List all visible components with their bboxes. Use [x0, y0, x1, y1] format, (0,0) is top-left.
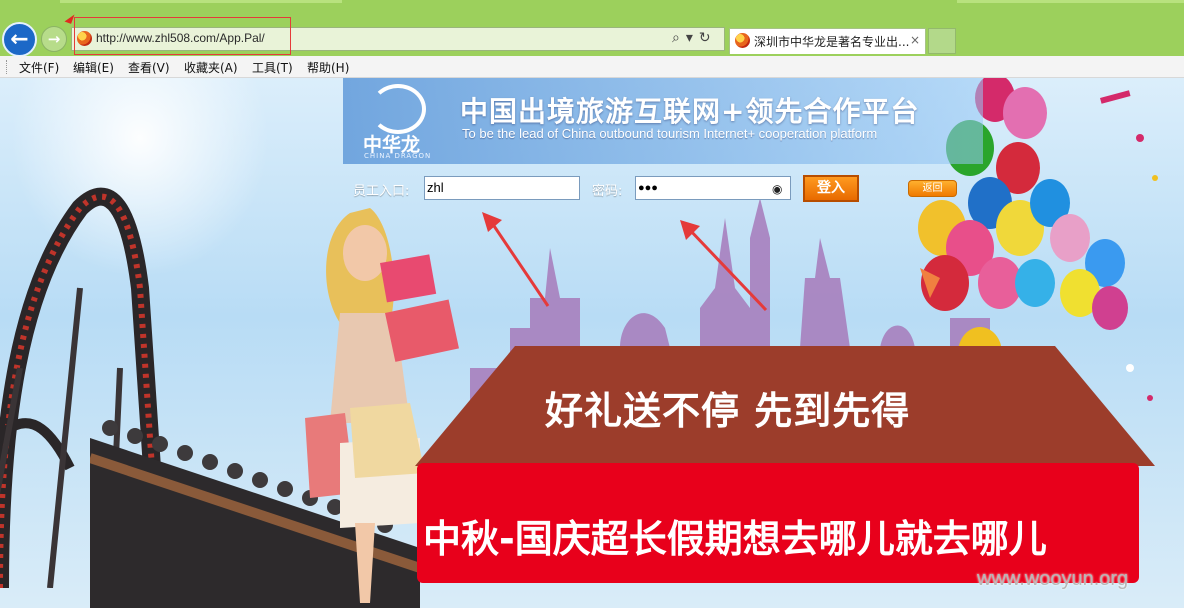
back-link-button[interactable]: 返回: [908, 180, 957, 197]
forward-button[interactable]: →: [41, 26, 67, 52]
tab-favicon-icon: [735, 33, 750, 48]
dragon-logo-icon: [370, 84, 426, 134]
arrow-right-icon: →: [47, 30, 61, 48]
menu-favorites[interactable]: 收藏夹(A): [184, 59, 238, 76]
close-icon[interactable]: ×: [910, 33, 920, 47]
password-input[interactable]: ●●●: [635, 176, 791, 200]
frame-highlight: [60, 0, 342, 3]
menu-tools[interactable]: 工具(T): [252, 59, 293, 76]
menu-edit[interactable]: 编辑(E): [73, 59, 114, 76]
menu-view[interactable]: 查看(V): [128, 59, 170, 76]
slogan-english: To be the lead of China outbound tourism…: [462, 126, 878, 141]
frame-highlight: [957, 0, 1184, 3]
promo-text-holiday: 中秋-国庆超长假期想去哪儿就去哪儿: [423, 517, 1047, 561]
reveal-password-icon[interactable]: ◉: [772, 182, 782, 196]
annotation-box: [74, 17, 291, 55]
refresh-icon[interactable]: ↻: [699, 30, 717, 46]
web-page: 中华龙 CHINA DRAGON 中国出境旅游互联网+领先合作平台 To be …: [0, 78, 1184, 608]
employee-label: 员工入口:: [353, 184, 410, 199]
toolbar-grip: [6, 60, 9, 74]
password-label: 密码:: [592, 184, 623, 199]
slogan-chinese: 中国出境旅游互联网+领先合作平台: [460, 95, 920, 128]
logo-subtext: CHINA DRAGON: [364, 152, 432, 160]
back-button[interactable]: ←: [2, 22, 37, 57]
new-tab-button[interactable]: [928, 28, 956, 54]
annotation-arrow: [680, 220, 768, 312]
arrow-left-icon: ←: [10, 27, 29, 52]
watermark: www.wooyun.org: [977, 568, 1129, 590]
dropdown-icon[interactable]: ▾: [686, 30, 699, 46]
login-button[interactable]: 登入: [803, 175, 859, 202]
annotation-arrow: [482, 212, 550, 307]
promo-text-gifts: 好礼送不停 先到先得: [545, 389, 911, 433]
address-bar-icons: ⌕▾↻: [672, 30, 717, 46]
employee-input[interactable]: zhl: [424, 176, 580, 200]
menu-help[interactable]: 帮助(H): [307, 59, 349, 76]
search-icon[interactable]: ⌕: [672, 30, 686, 46]
tab-title[interactable]: 深圳市中华龙是著名专业出...: [754, 33, 909, 50]
menu-bar: [0, 56, 1184, 78]
menu-file[interactable]: 文件(F): [19, 59, 59, 76]
